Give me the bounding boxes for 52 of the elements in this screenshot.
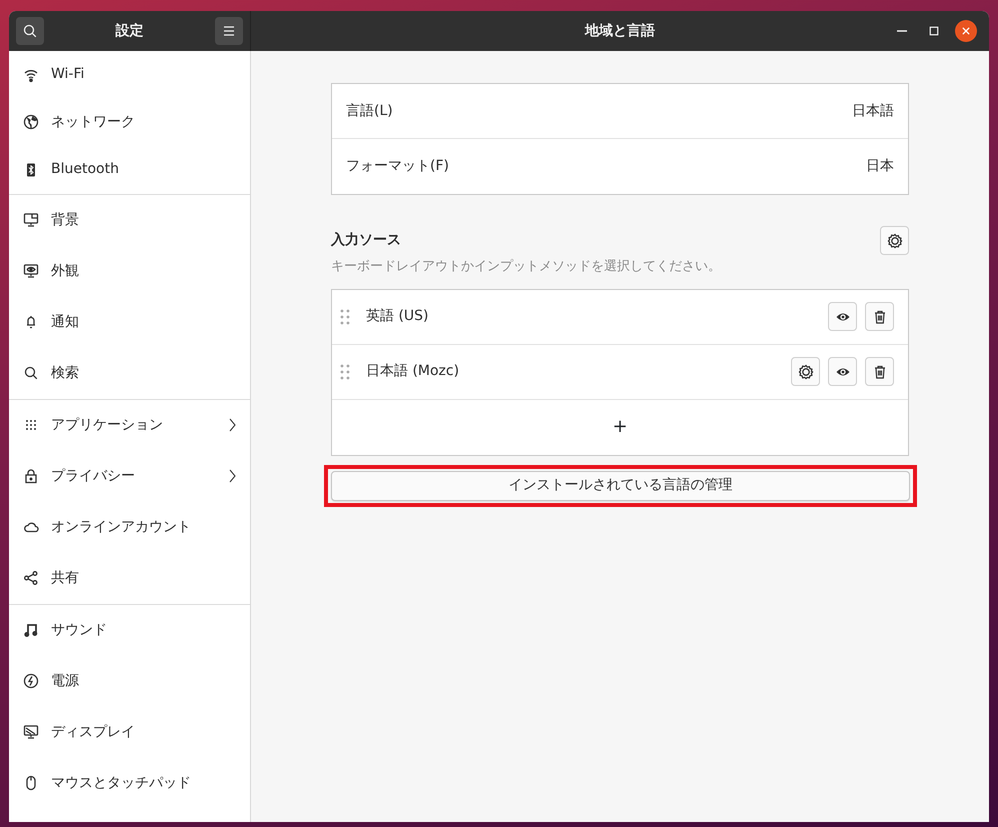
globe-icon [23,114,39,130]
settings-row[interactable]: 言語(L) 日本語 [332,84,908,139]
preview-button[interactable] [828,357,857,386]
settings-button[interactable] [880,226,909,255]
sidebar-item[interactable]: サウンド [9,604,250,656]
lock-icon [23,468,39,484]
input-source-row[interactable]: 英語 (US) [332,290,908,344]
share-icon [23,570,39,586]
sidebar-item[interactable]: プライバシー [9,450,250,502]
sidebar-item[interactable]: Bluetooth [9,146,250,194]
sidebar-item[interactable]: 検索 [9,348,250,398]
monitor-icon [23,212,39,228]
drag-handle-icon [340,308,350,324]
drag-handle-icon [340,364,350,380]
search-icon [22,23,38,39]
sidebar-item[interactable]: 通知 [9,296,250,348]
maximize-icon [928,25,940,37]
sidebar-item[interactable]: マウスとタッチパッド [9,758,250,808]
add-button[interactable]: + [612,418,628,436]
menu-button[interactable] [215,17,243,45]
search-button[interactable] [16,17,44,45]
music-note-icon [23,622,39,638]
gear-icon [798,364,814,380]
sidebar-title: 設定 [116,22,144,40]
manage-languages-button[interactable]: インストールされている言語の管理 [331,470,910,500]
remove-button[interactable] [865,302,894,331]
sidebar-item[interactable]: アプリケーション [9,400,250,450]
close-icon [961,26,971,36]
search-icon [23,365,39,381]
minimize-icon [897,30,907,32]
sidebar-item[interactable]: オンラインアカウント [9,502,250,552]
sidebar-item[interactable]: Wi-Fi [9,51,250,98]
section-description: キーボードレイアウトかインプットメソッドを選択してください。 [331,258,722,276]
remove-button[interactable] [865,357,894,386]
sidebar-item[interactable]: 電源 [9,656,250,706]
window-title: 地域と言語 [585,22,655,40]
sidebar-item[interactable]: 背景 [9,194,250,246]
gear-icon [886,232,902,248]
settings-button[interactable] [791,357,820,386]
input-source-row[interactable]: 日本語 (Mozc) [332,344,908,400]
monitor-eye-icon [23,263,39,279]
preview-button[interactable] [828,302,857,331]
display-icon [23,724,39,740]
section-title: 入力ソース [331,231,401,250]
sidebar-item[interactable]: 外観 [9,246,250,296]
settings-row[interactable]: フォーマット(F) 日本 [332,139,908,194]
grid-icon [23,417,39,433]
sidebar-item[interactable]: ディスプレイ [9,706,250,758]
sidebar-item[interactable]: 共有 [9,552,250,604]
sidebar-item[interactable]: ネットワーク [9,98,250,146]
power-icon [23,673,39,689]
close-button[interactable] [955,20,977,42]
